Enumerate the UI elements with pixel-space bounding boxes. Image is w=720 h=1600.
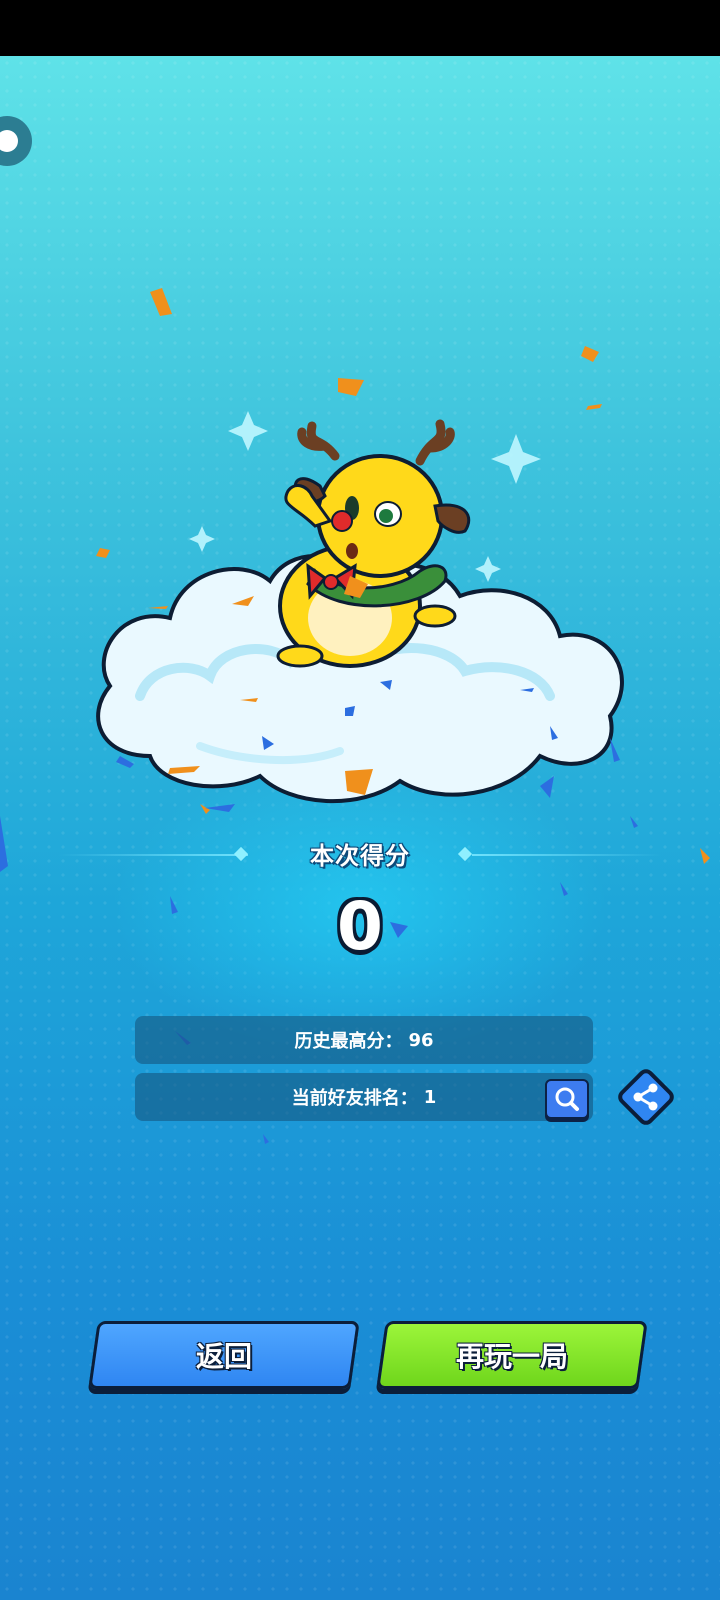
play-again-button-label: 再玩一局 (455, 1340, 568, 1373)
high-score-value: 96 (408, 1029, 434, 1051)
back-button[interactable]: 返回 (88, 1321, 360, 1389)
back-button-label: 返回 (195, 1340, 252, 1373)
current-score: 0 (337, 888, 383, 965)
share-button[interactable] (614, 1065, 678, 1129)
magnifier-icon (555, 1087, 579, 1111)
high-score-label: 历史最高分： (294, 1031, 403, 1052)
friend-rank-value: 1 (423, 1086, 437, 1108)
rank-search-button[interactable] (545, 1079, 589, 1119)
play-again-button[interactable]: 再玩一局 (376, 1321, 648, 1389)
friend-rank-label: 当前好友排名： (291, 1088, 418, 1109)
status-bar (0, 0, 720, 56)
score-title-area: 本次得分 (0, 836, 720, 876)
friend-rank-row: 当前好友排名： 1 (135, 1073, 593, 1121)
title-line-right (472, 854, 662, 856)
high-score-row: 历史最高分： 96 (135, 1016, 593, 1064)
reindeer-mascot-on-cloud (96, 411, 624, 804)
game-result-screen: 本次得分 0 历史最高分： 96 当前好友排名： 1 返回 再玩一局 (0, 56, 720, 1600)
